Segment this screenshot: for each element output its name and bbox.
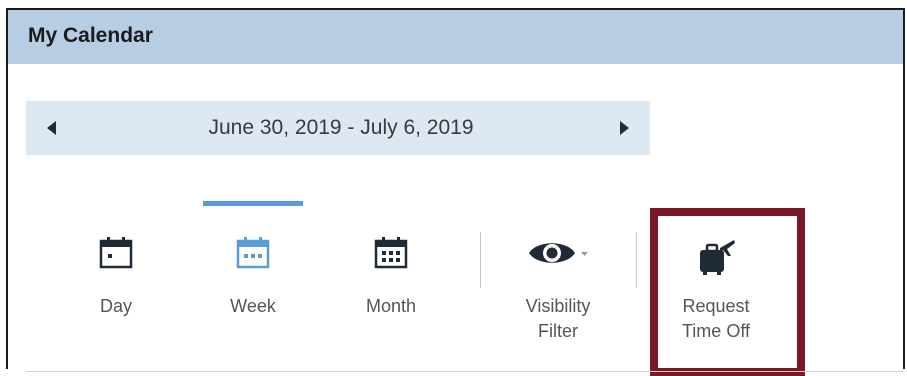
calendar-panel: My Calendar June 30, 2019 - July 6, 2019…	[6, 8, 905, 376]
chevron-down-icon	[581, 252, 588, 256]
visibility-filter-label: Visibility Filter	[525, 296, 591, 341]
visibility-filter-button[interactable]: Visibility Filter	[508, 198, 608, 358]
day-view-button[interactable]: Day	[66, 198, 166, 358]
week-view-label: Week	[230, 296, 276, 316]
next-week-button[interactable]	[614, 115, 634, 141]
triangle-right-icon	[620, 121, 629, 135]
divider	[26, 371, 903, 372]
request-time-off-label: Request Time Off	[681, 296, 750, 341]
month-view-label: Month	[365, 296, 417, 316]
calendar-week-icon	[236, 237, 270, 269]
request-time-off-button[interactable]: Request Time Off	[666, 198, 766, 358]
page-title: My Calendar	[28, 24, 153, 47]
date-navigator: June 30, 2019 - July 6, 2019	[26, 101, 650, 155]
day-view-label: Day	[99, 296, 132, 316]
calendar-day-icon	[99, 237, 133, 269]
week-view-button[interactable]: Week	[203, 198, 303, 358]
date-range-label: June 30, 2019 - July 6, 2019	[208, 116, 474, 139]
calendar-month-icon	[374, 237, 408, 269]
month-view-button[interactable]: Month	[341, 198, 441, 358]
luggage-plane-icon	[700, 240, 735, 275]
panel-header: My Calendar	[8, 10, 903, 64]
eye-icon	[529, 243, 588, 263]
toolbar-divider	[636, 232, 637, 288]
toolbar-divider	[480, 232, 481, 288]
